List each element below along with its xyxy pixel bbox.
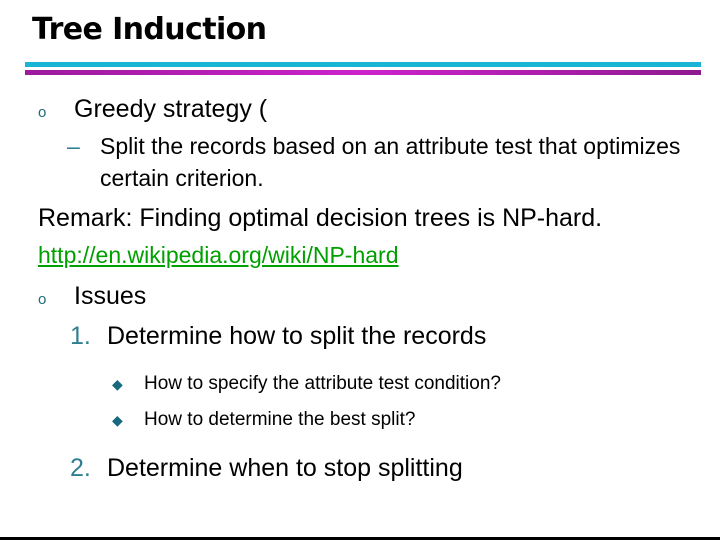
bullet-greedy-strategy-label: Greedy strategy ( (74, 95, 268, 123)
remark-label: Remark: Finding optimal decision trees i… (38, 204, 603, 232)
np-hard-wikipedia-link[interactable]: http://en.wikipedia.org/wiki/NP-hard (38, 237, 399, 273)
list-number-icon: 1. (70, 322, 91, 350)
sub-bullet-specify-condition-label: How to specify the attribute test condit… (144, 373, 501, 394)
sub-bullet-best-split: ◆ How to determine the best split? (0, 402, 720, 438)
title-divider (25, 62, 701, 75)
numbered-item-1: 1. Determine how to split the records (0, 317, 720, 355)
numbered-item-2-label: Determine when to stop splitting (107, 454, 463, 482)
bullet-issues-label: Issues (74, 282, 147, 310)
diamond-bullet-icon: ◆ (112, 376, 123, 392)
circle-bullet-icon: o (38, 104, 47, 121)
circle-bullet-icon: o (38, 291, 47, 308)
remark-line: Remark: Finding optimal decision trees i… (0, 200, 720, 237)
dash-bullet-icon: – (67, 133, 80, 159)
bullet-split-records: – Split the records based on an attribut… (0, 130, 720, 194)
sub-bullet-best-split-label: How to determine the best split? (144, 409, 416, 430)
list-number-icon: 2. (70, 454, 91, 482)
bullet-issues: o Issues (0, 279, 720, 317)
numbered-item-2: 2. Determine when to stop splitting (0, 449, 720, 487)
diamond-bullet-icon: ◆ (112, 412, 123, 428)
sub-bullet-specify-condition: ◆ How to specify the attribute test cond… (0, 366, 720, 402)
numbered-item-1-label: Determine how to split the records (107, 322, 487, 350)
bullet-split-records-label: Split the records based on an attribute … (100, 133, 681, 191)
divider-bar-magenta (25, 70, 701, 75)
reference-link-line: http://en.wikipedia.org/wiki/NP-hard (0, 237, 720, 273)
slide-body: o Greedy strategy ( – Split the records … (0, 92, 720, 487)
presentation-slide: Tree Induction o Greedy strategy ( – Spl… (0, 0, 720, 540)
bullet-greedy-strategy: o Greedy strategy ( (0, 92, 720, 130)
page-title: Tree Induction (32, 12, 267, 47)
